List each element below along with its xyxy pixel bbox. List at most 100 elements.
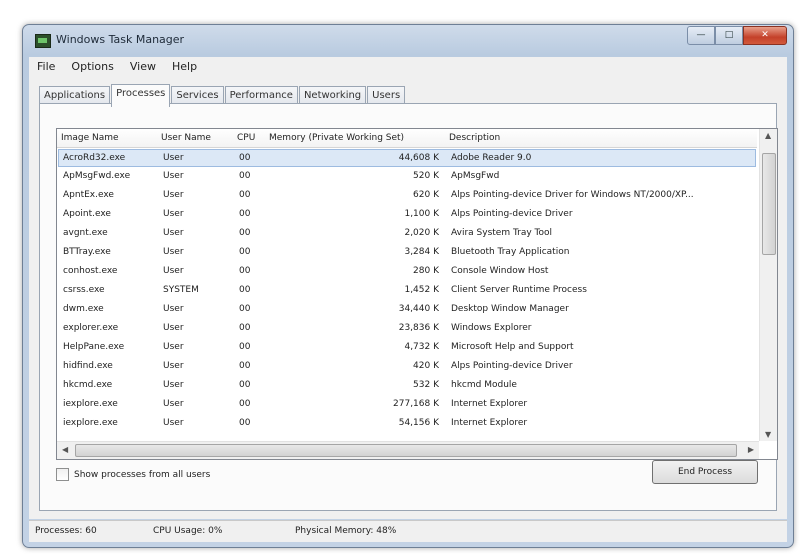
cell-image-name: BTTray.exe [63,247,111,257]
menu-help[interactable]: Help [164,60,205,73]
status-bar: Processes: 60 CPU Usage: 0% Physical Mem… [29,520,787,542]
table-row[interactable]: HelpPane.exe User 00 4,732 K Microsoft Help … [59,339,755,357]
cell-description: Internet Explorer [451,399,528,409]
cell-description: ApMsgFwd [451,171,500,181]
table-row[interactable]: csrss.exe SYSTEM 00 1,452 K Client Server Ru… [59,282,755,300]
cell-image-name: hidfind.exe [63,361,113,371]
cell-description: Adobe Reader 9.0 [451,153,532,163]
table-row[interactable]: BTTray.exe User 00 3,284 K Bluetooth Tray Ap… [59,244,755,262]
window-controls: — □ ✕ [687,26,787,45]
cell-description: hkcmd Module [451,380,517,390]
tab-processes[interactable]: Processes [111,84,171,107]
cell-cpu: 00 [239,266,251,276]
cell-memory: 620 K [413,190,439,200]
cell-memory: 1,452 K [404,285,439,295]
show-all-checkbox[interactable] [56,468,69,481]
status-cpu-usage: CPU Usage: 0% [153,526,223,536]
column-header: Image Name User Name CPU Memory (Private… [57,129,757,148]
cell-description: Client Server Runtime Process [451,285,587,295]
cell-description: Microsoft Help and Support [451,342,574,352]
scroll-down-icon[interactable]: ▼ [765,430,771,439]
cell-user-name: User [163,171,184,181]
table-row[interactable]: dwm.exe User 00 34,440 K Desktop Window Mana… [59,301,755,319]
cell-cpu: 00 [239,304,251,314]
cell-image-name: conhost.exe [63,266,118,276]
column-memory[interactable]: Memory (Private Working Set) [269,133,409,143]
cell-cpu: 00 [239,399,251,409]
cell-memory: 1,100 K [404,209,439,219]
cell-memory: 532 K [413,380,439,390]
cell-user-name: User [163,399,184,409]
cell-description: Internet Explorer [451,418,528,428]
vertical-scrollbar[interactable]: ▲ ▼ [759,129,777,441]
show-all-processes[interactable]: Show processes from all users [56,468,210,481]
table-row[interactable]: AcroRd32.exe User 00 44,608 K Adobe Reader 9… [58,149,756,167]
cell-cpu: 00 [239,380,251,390]
scroll-right-icon[interactable]: ▶ [748,445,754,454]
cell-image-name: AcroRd32.exe [63,153,126,163]
scroll-up-icon[interactable]: ▲ [765,131,771,140]
process-list[interactable]: Image Name User Name CPU Memory (Private… [56,128,778,460]
cell-user-name: User [163,247,184,257]
cell-user-name: User [163,304,184,314]
cell-user-name: User [163,190,184,200]
task-manager-window: Windows Task Manager — □ ✕ File Options … [22,24,794,548]
table-row[interactable]: explorer.exe User 00 23,836 K Windows Explor… [59,320,755,338]
menu-options[interactable]: Options [63,60,121,73]
menu-bar: File Options View Help [29,57,787,76]
menu-view[interactable]: View [122,60,164,73]
close-button[interactable]: ✕ [743,26,787,45]
cell-cpu: 00 [239,361,251,371]
table-row[interactable]: ApntEx.exe User 00 620 K Alps Pointing-devic… [59,187,755,205]
cell-memory: 23,836 K [398,323,439,333]
column-cpu[interactable]: CPU [237,133,267,143]
cell-description: Alps Pointing-device Driver [451,361,573,371]
cell-description: Windows Explorer [451,323,532,333]
column-image-name[interactable]: Image Name [61,133,153,143]
cell-memory: 4,732 K [404,342,439,352]
cell-description: Console Window Host [451,266,549,276]
scroll-left-icon[interactable]: ◀ [62,445,68,454]
table-row[interactable]: iexplore.exe User 00 54,156 K Internet Explo… [59,415,755,433]
table-row[interactable]: Apoint.exe User 00 1,100 K Alps Pointing-dev… [59,206,755,224]
table-row[interactable]: iexplore.exe User 00 277,168 K Internet Expl… [59,396,755,414]
cell-cpu: 00 [239,190,251,200]
cell-image-name: Apoint.exe [63,209,111,219]
cell-memory: 34,440 K [398,304,439,314]
cell-memory: 44,608 K [398,153,439,163]
cell-cpu: 00 [239,342,251,352]
cell-image-name: hkcmd.exe [63,380,113,390]
cell-cpu: 00 [239,247,251,257]
horizontal-scrollbar[interactable]: ◀ ▶ [57,441,759,459]
status-processes: Processes: 60 [35,526,97,536]
cell-user-name: User [163,361,184,371]
minimize-button[interactable]: — [687,26,715,45]
column-description[interactable]: Description [449,133,749,143]
table-row[interactable]: avgnt.exe User 00 2,020 K Avira System Tray … [59,225,755,243]
end-process-button[interactable]: End Process [652,460,758,484]
menu-file[interactable]: File [29,60,63,73]
cell-memory: 420 K [413,361,439,371]
cell-user-name: User [163,209,184,219]
cell-image-name: csrss.exe [63,285,105,295]
cell-description: Alps Pointing-device Driver [451,209,573,219]
cell-user-name: SYSTEM [163,285,199,295]
column-user-name[interactable]: User Name [161,133,221,143]
status-physical-memory: Physical Memory: 48% [295,526,397,536]
cell-memory: 277,168 K [393,399,439,409]
maximize-button[interactable]: □ [715,26,743,45]
cell-image-name: ApMsgFwd.exe [63,171,131,181]
cell-user-name: User [163,418,184,428]
cell-image-name: ApntEx.exe [63,190,114,200]
cell-image-name: explorer.exe [63,323,119,333]
title-bar[interactable]: Windows Task Manager — □ ✕ [23,25,793,55]
table-row[interactable]: ApMsgFwd.exe User 00 520 K ApMsgFwd [59,168,755,186]
cell-description: Alps Pointing-device Driver for Windows … [451,190,694,200]
table-row[interactable]: conhost.exe User 00 280 K Console Window Hos… [59,263,755,281]
vertical-scroll-thumb[interactable] [762,153,776,255]
cell-cpu: 00 [239,171,251,181]
horizontal-scroll-thumb[interactable] [75,444,737,457]
cell-user-name: User [163,266,184,276]
table-row[interactable]: hkcmd.exe User 00 532 K hkcmd Module [59,377,755,395]
table-row[interactable]: hidfind.exe User 00 420 K Alps Pointing-devi… [59,358,755,376]
